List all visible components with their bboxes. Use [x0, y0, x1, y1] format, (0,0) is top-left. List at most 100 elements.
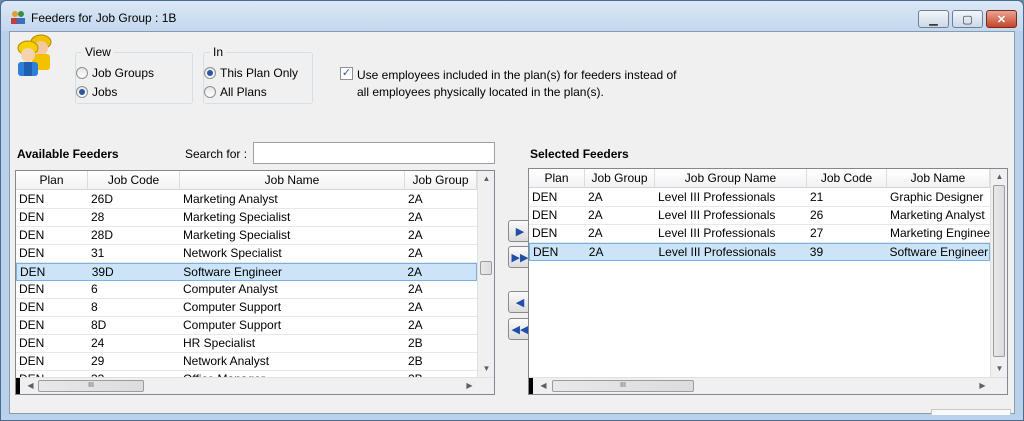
ok-button[interactable]: [931, 409, 1011, 415]
splitter-marker: [529, 378, 533, 394]
table-cell: DEN: [19, 246, 45, 260]
radio-job-groups-label: Job Groups: [92, 66, 155, 80]
table-row[interactable]: DEN 28D Marketing Specialist 2A: [16, 227, 477, 245]
arrow-left-icon: ◀: [515, 296, 525, 309]
radio-this-plan-only-label: This Plan Only: [220, 66, 299, 80]
table-cell: 2A: [408, 318, 423, 332]
table-cell: Computer Support: [183, 300, 282, 314]
col-header-plan[interactable]: Plan: [16, 171, 88, 190]
radio-all-plans-indicator[interactable]: [204, 86, 216, 98]
double-arrow-right-icon: ▶▶: [511, 251, 529, 264]
table-cell: 27: [810, 226, 824, 240]
table-cell: DEN: [532, 190, 558, 204]
scroll-up-icon[interactable]: ▲: [478, 174, 494, 183]
scroll-left-icon[interactable]: ◀: [535, 381, 552, 390]
radio-this-plan-only-indicator[interactable]: [204, 67, 216, 79]
col-header-job-group-name[interactable]: Job Group Name: [655, 169, 807, 188]
table-row[interactable]: DEN 39D Software Engineer 2A: [16, 263, 477, 281]
table-row[interactable]: DEN 31 Network Specialist 2A: [16, 245, 477, 263]
radio-this-plan-only[interactable]: This Plan Only: [204, 66, 298, 80]
selected-vertical-scrollbar[interactable]: ▲ ▼: [990, 169, 1007, 377]
arrow-right-icon: ▶: [515, 225, 525, 238]
selected-feeders-grid[interactable]: Plan Job Group Job Group Name Job Code J…: [528, 168, 1008, 395]
search-input[interactable]: [253, 142, 495, 164]
table-cell: 2A: [588, 226, 603, 240]
table-row[interactable]: DEN 28 Marketing Specialist 2A: [16, 209, 477, 227]
table-cell: 2A: [588, 208, 603, 222]
table-cell: Marketing Engineer: [890, 226, 990, 240]
selected-grid-body: DEN 2A Level III Professionals 21 Graphic De…: [529, 189, 990, 261]
selected-grid-header: Plan Job Group Job Group Name Job Code J…: [529, 169, 990, 188]
table-cell: Graphic Designer: [890, 190, 984, 204]
radio-jobs-indicator[interactable]: [76, 86, 88, 98]
table-cell: Marketing Specialist: [183, 228, 291, 242]
table-row[interactable]: DEN 8D Computer Support 2A: [16, 317, 477, 335]
table-cell: 2B: [408, 336, 423, 350]
col-header-job-group[interactable]: Job Group: [405, 171, 477, 190]
table-cell: 26D: [91, 192, 114, 206]
table-row[interactable]: DEN 2A Level III Professionals 21 Graphic De…: [529, 189, 990, 207]
scroll-up-icon[interactable]: ▲: [991, 172, 1007, 181]
table-cell: Marketing Analyst: [890, 208, 985, 222]
scroll-right-icon[interactable]: ▶: [461, 381, 478, 390]
scroll-thumb[interactable]: III: [552, 380, 694, 392]
title-bar[interactable]: Feeders for Job Group : 1B ▁ ▢ ✕: [1, 1, 1023, 31]
col-header-job-group[interactable]: Job Group: [585, 169, 655, 188]
scroll-thumb[interactable]: [480, 261, 492, 275]
search-label: Search for :: [185, 147, 248, 161]
table-cell: 2A: [408, 228, 423, 242]
scroll-down-icon[interactable]: ▼: [991, 364, 1007, 373]
close-icon: ✕: [996, 13, 1007, 26]
table-row[interactable]: DEN 8 Computer Support 2A: [16, 299, 477, 317]
table-row[interactable]: DEN 2A Level III Professionals 27 Marketing …: [529, 225, 990, 243]
table-cell: 28: [91, 210, 105, 224]
table-row[interactable]: DEN 24 HR Specialist 2B: [16, 335, 477, 353]
use-employees-checkbox[interactable]: ✓: [340, 67, 353, 80]
table-row[interactable]: DEN 26D Marketing Analyst 2A: [16, 191, 477, 209]
available-horizontal-scrollbar[interactable]: ◀ III ▶: [16, 377, 494, 394]
table-cell: DEN: [19, 300, 45, 314]
available-vertical-scrollbar[interactable]: ▲ ▼: [477, 171, 494, 377]
table-row[interactable]: DEN 29 Network Analyst 2B: [16, 353, 477, 371]
window-title: Feeders for Job Group : 1B: [31, 11, 177, 25]
table-cell: DEN: [19, 228, 45, 242]
table-cell: HR Specialist: [183, 336, 256, 350]
table-cell: 2A: [588, 190, 603, 204]
table-row[interactable]: DEN 2A Level III Professionals 26 Marketing …: [529, 207, 990, 225]
table-cell: Computer Support: [183, 318, 282, 332]
col-header-plan[interactable]: Plan: [529, 169, 585, 188]
radio-jobs[interactable]: Jobs: [76, 85, 117, 99]
scroll-down-icon[interactable]: ▼: [478, 364, 494, 373]
use-employees-option[interactable]: ✓ Use employees included in the plan(s) …: [340, 67, 677, 101]
close-button[interactable]: ✕: [986, 10, 1017, 28]
users-icon: [11, 11, 25, 24]
table-cell: DEN: [19, 354, 45, 368]
table-cell: 2A: [408, 282, 423, 296]
table-row[interactable]: DEN 6 Computer Analyst 2A: [16, 281, 477, 299]
radio-job-groups[interactable]: Job Groups: [76, 66, 154, 80]
workers-icon: [17, 34, 52, 76]
table-cell: Level III Professionals: [658, 226, 776, 240]
table-row[interactable]: DEN 2A Level III Professionals 39 Software E…: [529, 243, 990, 261]
available-feeders-title: Available Feeders: [17, 147, 119, 161]
selected-feeders-title: Selected Feeders: [530, 147, 629, 161]
scroll-left-icon[interactable]: ◀: [22, 381, 39, 390]
col-header-job-code[interactable]: Job Code: [807, 169, 887, 188]
col-header-job-name[interactable]: Job Name: [887, 169, 990, 188]
col-header-job-name[interactable]: Job Name: [180, 171, 405, 190]
available-feeders-grid[interactable]: Plan Job Code Job Name Job Group DEN 26D M…: [15, 170, 495, 395]
table-cell: 2A: [408, 210, 423, 224]
table-cell: 2A: [407, 265, 422, 279]
col-header-job-code[interactable]: Job Code: [88, 171, 180, 190]
radio-job-groups-indicator[interactable]: [76, 67, 88, 79]
radio-all-plans[interactable]: All Plans: [204, 85, 267, 99]
table-cell: 26: [810, 208, 824, 222]
radio-jobs-label: Jobs: [92, 85, 118, 99]
scroll-thumb[interactable]: III: [38, 380, 144, 392]
scroll-thumb[interactable]: [993, 185, 1005, 357]
table-cell: DEN: [19, 192, 45, 206]
maximize-button[interactable]: ▢: [952, 10, 983, 28]
selected-horizontal-scrollbar[interactable]: ◀ III ▶: [529, 377, 1007, 394]
scroll-right-icon[interactable]: ▶: [974, 381, 991, 390]
minimize-button[interactable]: ▁: [918, 10, 949, 28]
